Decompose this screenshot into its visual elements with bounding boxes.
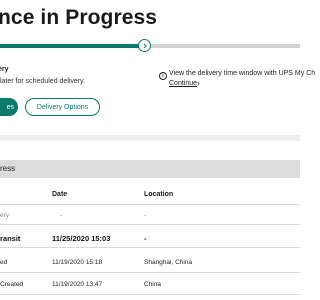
delivery-subtitle: later for scheduled delivery.: [0, 78, 86, 85]
progress-step-marker: [138, 39, 151, 52]
chevron-right-icon: [143, 43, 147, 48]
page-title: nce in Progress: [0, 6, 158, 29]
section-divider: [0, 135, 300, 141]
column-header-date: Date: [52, 191, 68, 198]
table-row-date: 11/19/2020 15:18: [52, 259, 103, 266]
table-row-status: ed: [0, 259, 8, 266]
table-row-location: China: [144, 281, 161, 288]
table-row-status: ransit: [0, 234, 21, 243]
table-row-location: -: [144, 234, 147, 243]
header-divider: [0, 204, 300, 205]
table-row-date: -: [60, 212, 63, 219]
table-row-status: Created: [0, 281, 24, 288]
row-divider: [0, 294, 300, 295]
section-header-bar: [0, 160, 300, 178]
delivery-options-button[interactable]: Delivery Options: [25, 98, 100, 116]
delivery-heading: ery: [0, 66, 9, 73]
info-icon: i: [159, 72, 167, 80]
chevron-right-icon[interactable]: ›: [197, 79, 200, 88]
table-row-date: 11/19/2020 13:47: [52, 281, 103, 288]
row-divider: [0, 247, 300, 248]
delivery-window-info: View the delivery time window with UPS M…: [169, 70, 316, 77]
primary-button[interactable]: es: [0, 98, 18, 116]
row-divider: [0, 224, 300, 225]
column-header-location: Location: [144, 191, 174, 198]
row-divider: [0, 272, 300, 273]
table-row-status: ery: [0, 212, 10, 219]
table-row-date: 11/25/2020 15:03: [52, 234, 111, 243]
continue-link[interactable]: Continue: [169, 80, 197, 87]
table-row-location: -: [144, 212, 147, 219]
table-row-location: Shanghai, China: [144, 259, 193, 266]
section-title: ress: [0, 164, 16, 173]
progress-fill: [0, 44, 141, 48]
